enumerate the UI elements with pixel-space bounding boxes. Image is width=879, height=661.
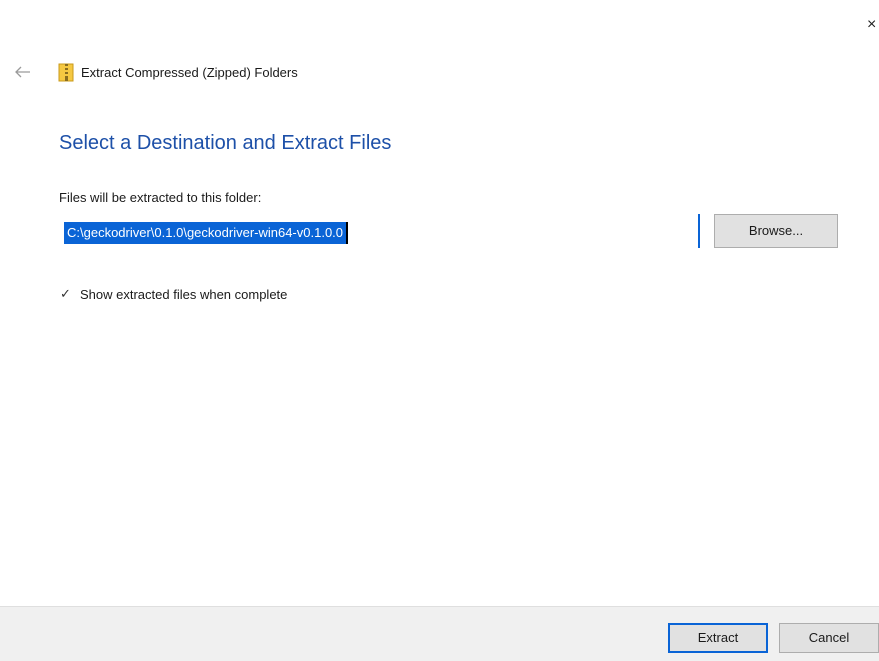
checkmark-icon: ✓ bbox=[60, 286, 71, 301]
cancel-button-label: Cancel bbox=[808, 630, 850, 645]
show-extracted-files-label: Show extracted files when complete bbox=[80, 286, 288, 302]
zip-folder-icon bbox=[58, 62, 76, 82]
back-arrow-icon[interactable] bbox=[14, 63, 32, 81]
input-focus-border bbox=[698, 214, 700, 248]
destination-label: Files will be extracted to this folder: bbox=[59, 190, 262, 205]
close-icon[interactable]: × bbox=[867, 14, 879, 36]
cancel-button[interactable]: Cancel bbox=[779, 623, 879, 653]
destination-path-selection: C:\geckodriver\0.1.0\geckodriver-win64-v… bbox=[64, 222, 349, 244]
page-heading: Select a Destination and Extract Files bbox=[59, 132, 392, 154]
extract-button[interactable]: Extract bbox=[668, 623, 768, 653]
wizard-nav-row: Extract Compressed (Zipped) Folders bbox=[14, 60, 298, 84]
extract-button-label: Extract bbox=[697, 630, 739, 645]
wizard-footer: Extract Cancel bbox=[0, 606, 879, 661]
show-extracted-files-checkbox[interactable]: ✓ Show extracted files when complete bbox=[60, 286, 287, 302]
extract-wizard-window: × Extract Compressed (Zipped) Folders Se… bbox=[0, 0, 879, 661]
browse-button[interactable]: Browse... bbox=[714, 214, 838, 248]
wizard-title: Extract Compressed (Zipped) Folders bbox=[81, 64, 298, 80]
